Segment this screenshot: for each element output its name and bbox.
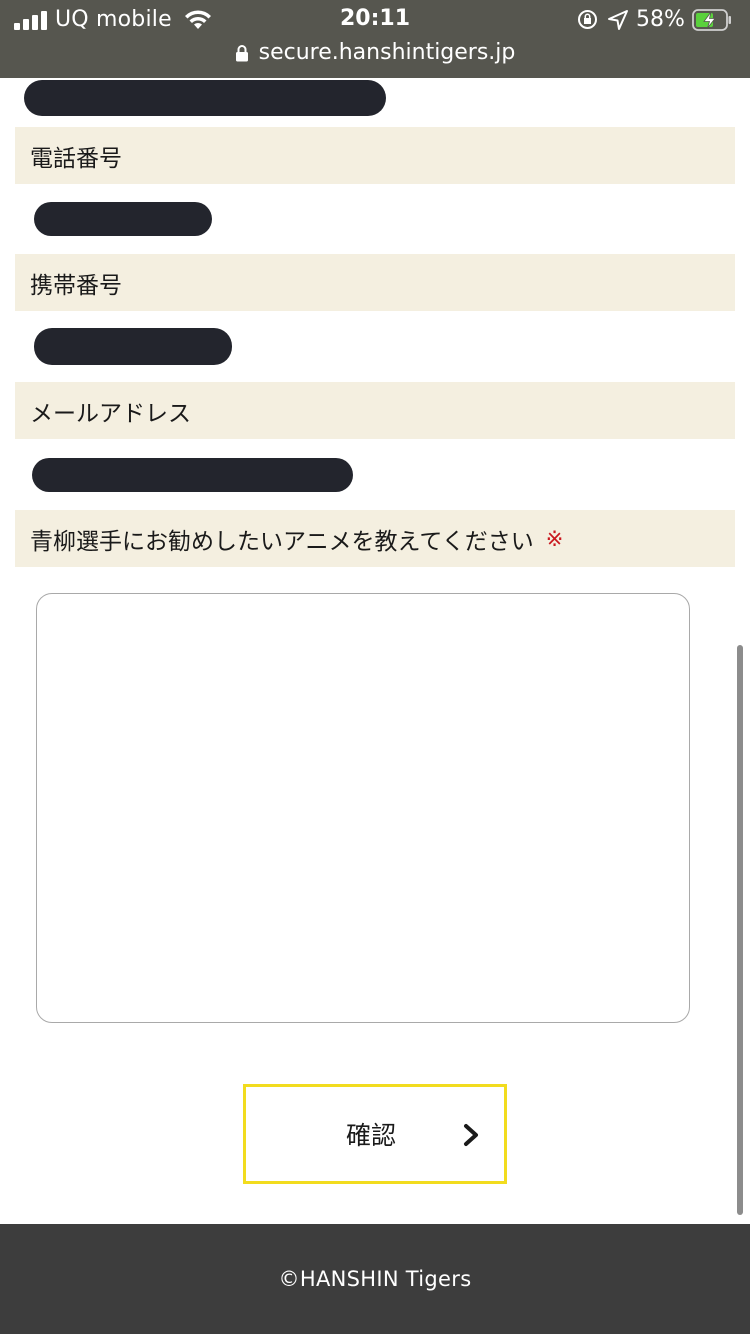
confirm-button[interactable]: 確認 xyxy=(243,1084,507,1184)
redacted-phone-value xyxy=(34,202,212,236)
anime-recommendation-textarea[interactable] xyxy=(36,593,690,1023)
address-bar[interactable]: secure.hanshintigers.jp xyxy=(0,40,750,70)
redacted-address-value xyxy=(24,80,386,116)
email-label-row: メールアドレス xyxy=(15,382,735,439)
lock-icon xyxy=(235,44,248,61)
question-label-row: 青柳選手にお勧めしたいアニメを教えてください ※ xyxy=(15,510,735,567)
chevron-right-icon xyxy=(464,1124,478,1146)
email-label: メールアドレス xyxy=(30,400,191,427)
location-arrow-icon xyxy=(608,10,628,30)
copyright-text: ©HANSHIN Tigers xyxy=(278,1267,472,1291)
phone-label-row: 電話番号 xyxy=(15,127,735,184)
battery-percentage: 58% xyxy=(636,7,685,32)
mobile-label: 携帯番号 xyxy=(30,272,122,299)
question-label: 青柳選手にお勧めしたいアニメを教えてください xyxy=(30,528,534,555)
redacted-mobile-value xyxy=(34,328,232,365)
browser-chrome: UQ mobile 20:11 58% secure.hanshintigers… xyxy=(0,0,750,78)
status-bar: UQ mobile 20:11 58% xyxy=(0,0,750,40)
redacted-email-value xyxy=(32,458,353,492)
url-text[interactable]: secure.hanshintigers.jp xyxy=(259,40,516,65)
page-scrollbar[interactable] xyxy=(737,645,743,1215)
confirm-button-label: 確認 xyxy=(345,1121,396,1150)
orientation-lock-icon xyxy=(578,10,597,29)
mobile-label-row: 携帯番号 xyxy=(15,254,735,311)
battery-charging-icon xyxy=(692,9,731,31)
site-footer: ©HANSHIN Tigers xyxy=(0,1224,750,1334)
required-mark: ※ xyxy=(545,526,564,551)
phone-label: 電話番号 xyxy=(30,145,122,172)
